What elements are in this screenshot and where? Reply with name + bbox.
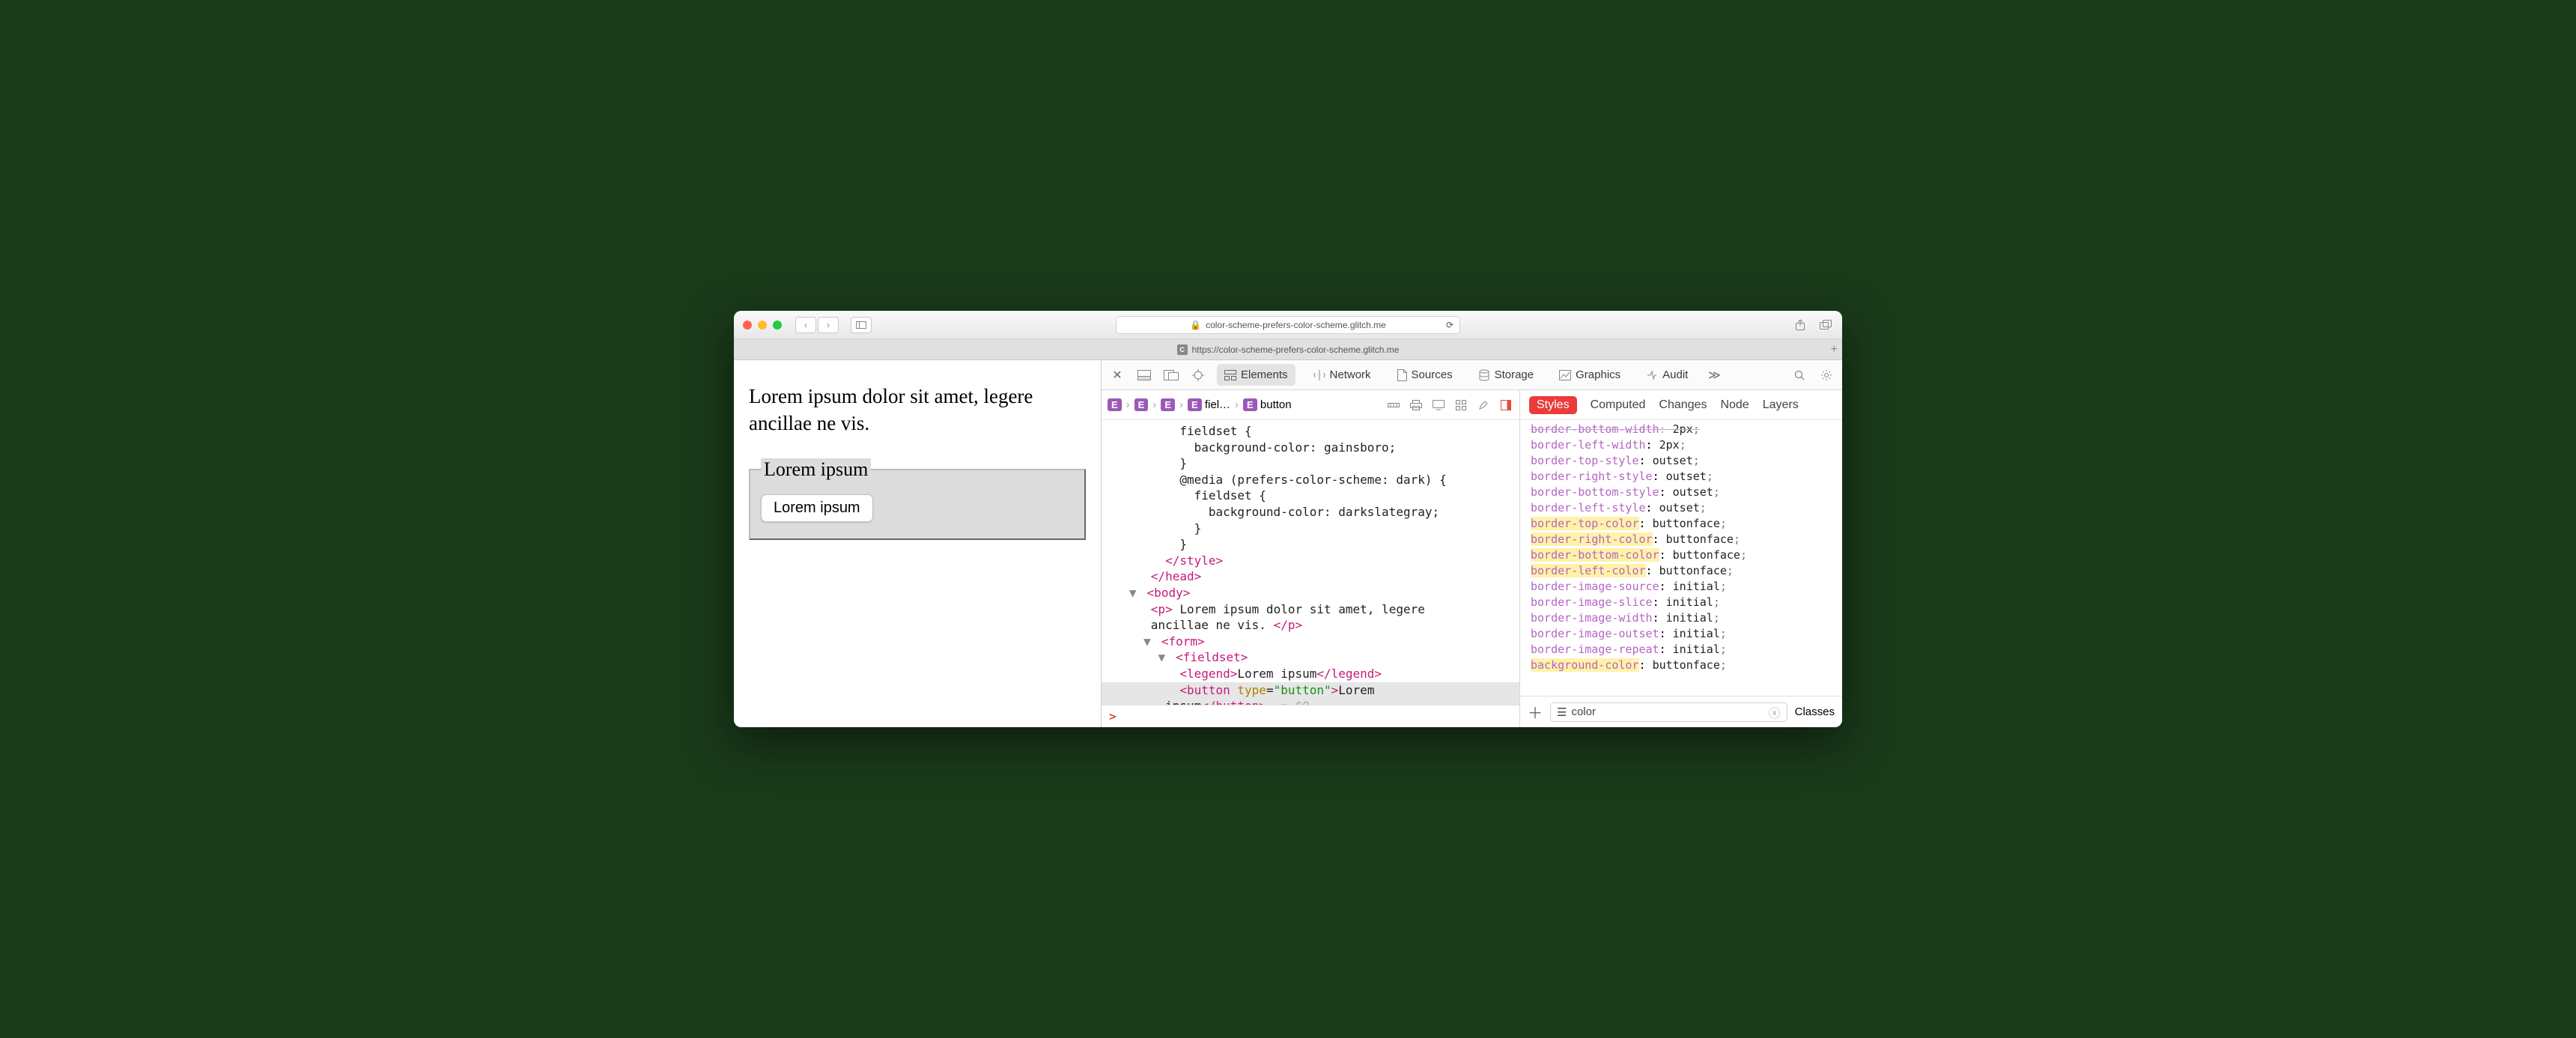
- settings-icon[interactable]: [1818, 367, 1835, 383]
- page-form: Lorem ipsum Lorem ipsum: [749, 458, 1086, 540]
- grid-icon[interactable]: [1453, 398, 1468, 413]
- breadcrumb-item[interactable]: E button: [1243, 398, 1292, 411]
- breadcrumb-item[interactable]: E: [1161, 398, 1175, 411]
- tab-sources[interactable]: Sources: [1389, 364, 1460, 386]
- search-icon[interactable]: [1791, 367, 1808, 383]
- classes-button[interactable]: Classes: [1795, 705, 1835, 718]
- tab-elements[interactable]: Elements: [1217, 364, 1295, 386]
- css-property-row[interactable]: border-image-outset: initial;: [1531, 626, 1832, 642]
- css-property-row[interactable]: border-top-color: buttonface;: [1531, 516, 1832, 532]
- console-prompt[interactable]: >: [1102, 705, 1519, 727]
- tab[interactable]: C https://color-scheme-prefers-color-sch…: [1177, 345, 1400, 355]
- url-bar[interactable]: 🔒 color-scheme-prefers-color-scheme.glit…: [1116, 316, 1460, 334]
- new-tab-button[interactable]: +: [1831, 343, 1838, 356]
- css-property-row[interactable]: border-right-color: buttonface;: [1531, 532, 1832, 547]
- ruler-icon[interactable]: [1386, 398, 1401, 413]
- css-property-row[interactable]: border-image-repeat: initial;: [1531, 642, 1832, 658]
- reload-icon[interactable]: ⟳: [1446, 320, 1453, 330]
- page-paragraph: Lorem ipsum dolor sit amet, legere ancil…: [749, 383, 1086, 437]
- toolbar-right: [1793, 318, 1833, 333]
- tab-computed[interactable]: Computed: [1591, 398, 1646, 412]
- tab-changes[interactable]: Changes: [1659, 398, 1707, 412]
- panel-toggle-icon[interactable]: [1498, 398, 1513, 413]
- tab-graphics[interactable]: Graphics: [1552, 364, 1628, 386]
- tab-storage[interactable]: Storage: [1471, 364, 1542, 386]
- filter-icon: ☰: [1557, 705, 1567, 719]
- window-titlebar: ‹ › 🔒 color-scheme-prefers-color-scheme.…: [734, 311, 1842, 339]
- forward-button[interactable]: ›: [818, 317, 839, 333]
- elements-icon: [1224, 370, 1236, 380]
- tabs-icon[interactable]: [1818, 318, 1833, 333]
- nav-buttons: ‹ ›: [795, 317, 839, 333]
- close-window-button[interactable]: [743, 321, 752, 330]
- device-icon[interactable]: [1431, 398, 1446, 413]
- styles-footer: ＋ ☰ color ⓧ Classes: [1520, 696, 1842, 727]
- overflow-icon[interactable]: ≫: [1706, 367, 1722, 383]
- clear-filter-icon[interactable]: ⓧ: [1769, 703, 1781, 721]
- prompt-chevron-icon: >: [1109, 709, 1117, 723]
- css-property-row[interactable]: background-color: buttonface;: [1531, 658, 1832, 673]
- breadcrumb-item[interactable]: E fiel…: [1188, 398, 1230, 411]
- url-text: color-scheme-prefers-color-scheme.glitch…: [1206, 320, 1386, 330]
- favicon: C: [1177, 345, 1188, 355]
- minimize-window-button[interactable]: [758, 321, 767, 330]
- dom-breadcrumb: E› E› E› E fiel…› E button: [1102, 390, 1519, 420]
- devtools: ✕ Elements Network Sources: [1101, 360, 1842, 727]
- dock-bottom-icon[interactable]: [1136, 367, 1152, 383]
- sources-icon: [1397, 369, 1407, 381]
- traffic-lights: [743, 321, 782, 330]
- css-property-row[interactable]: border-right-style: outset;: [1531, 469, 1832, 485]
- css-property-row[interactable]: border-image-slice: initial;: [1531, 595, 1832, 610]
- print-icon[interactable]: [1409, 398, 1424, 413]
- page-fieldset: Lorem ipsum Lorem ipsum: [749, 458, 1086, 540]
- sidebar-toggle-button[interactable]: [851, 317, 872, 333]
- target-icon[interactable]: [1190, 367, 1206, 383]
- close-icon[interactable]: ✕: [1109, 367, 1126, 383]
- storage-icon: [1478, 369, 1490, 381]
- share-icon[interactable]: [1793, 318, 1808, 333]
- lock-icon: 🔒: [1190, 320, 1201, 330]
- css-properties-list[interactable]: border-bottom-width: 2px;border-left-wid…: [1520, 420, 1842, 696]
- page-button[interactable]: Lorem ipsum: [761, 494, 873, 522]
- tab-network[interactable]: Network: [1306, 364, 1379, 386]
- audit-icon: [1646, 370, 1658, 380]
- devtools-tabbar: ✕ Elements Network Sources: [1102, 360, 1842, 390]
- safari-window: ‹ › 🔒 color-scheme-prefers-color-scheme.…: [734, 311, 1842, 727]
- css-property-row[interactable]: border-image-source: initial;: [1531, 579, 1832, 595]
- breadcrumb-item[interactable]: E: [1108, 398, 1122, 411]
- breadcrumb-item[interactable]: E: [1134, 398, 1149, 411]
- tab-node[interactable]: Node: [1720, 398, 1749, 412]
- css-property-row[interactable]: border-image-width: initial;: [1531, 610, 1832, 626]
- styles-pane: Styles Computed Changes Node Layers bord…: [1520, 390, 1842, 727]
- css-property-row[interactable]: border-left-width: 2px;: [1531, 437, 1832, 453]
- tab-layers[interactable]: Layers: [1763, 398, 1799, 412]
- tab-label: https://color-scheme-prefers-color-schem…: [1192, 345, 1400, 355]
- css-property-row[interactable]: border-left-color: buttonface;: [1531, 563, 1832, 579]
- tab-styles[interactable]: Styles: [1529, 396, 1577, 414]
- tab-strip: C https://color-scheme-prefers-color-sch…: [734, 339, 1842, 360]
- css-property-row[interactable]: border-bottom-style: outset;: [1531, 485, 1832, 500]
- page-legend: Lorem ipsum: [761, 458, 871, 481]
- filter-value: color: [1571, 705, 1596, 718]
- rendered-page: Lorem ipsum dolor sit amet, legere ancil…: [734, 360, 1101, 727]
- css-property-row[interactable]: border-bottom-color: buttonface;: [1531, 547, 1832, 563]
- add-rule-button[interactable]: ＋: [1528, 701, 1543, 723]
- content-area: Lorem ipsum dolor sit amet, legere ancil…: [734, 360, 1842, 727]
- styles-tabbar: Styles Computed Changes Node Layers: [1520, 390, 1842, 420]
- css-property-row[interactable]: border-left-style: outset;: [1531, 500, 1832, 516]
- brush-icon[interactable]: [1476, 398, 1491, 413]
- tab-audit[interactable]: Audit: [1638, 364, 1695, 386]
- zoom-window-button[interactable]: [773, 321, 782, 330]
- dom-tree[interactable]: fieldset { background-color: gainsboro; …: [1102, 420, 1519, 705]
- network-icon: [1313, 369, 1325, 381]
- filter-input[interactable]: ☰ color ⓧ: [1550, 702, 1787, 722]
- elements-pane: E› E› E› E fiel…› E button: [1102, 390, 1520, 727]
- back-button[interactable]: ‹: [795, 317, 816, 333]
- graphics-icon: [1559, 370, 1571, 380]
- dock-side-icon[interactable]: [1163, 367, 1179, 383]
- css-property-row[interactable]: border-bottom-width: 2px;: [1531, 422, 1832, 437]
- css-property-row[interactable]: border-top-style: outset;: [1531, 453, 1832, 469]
